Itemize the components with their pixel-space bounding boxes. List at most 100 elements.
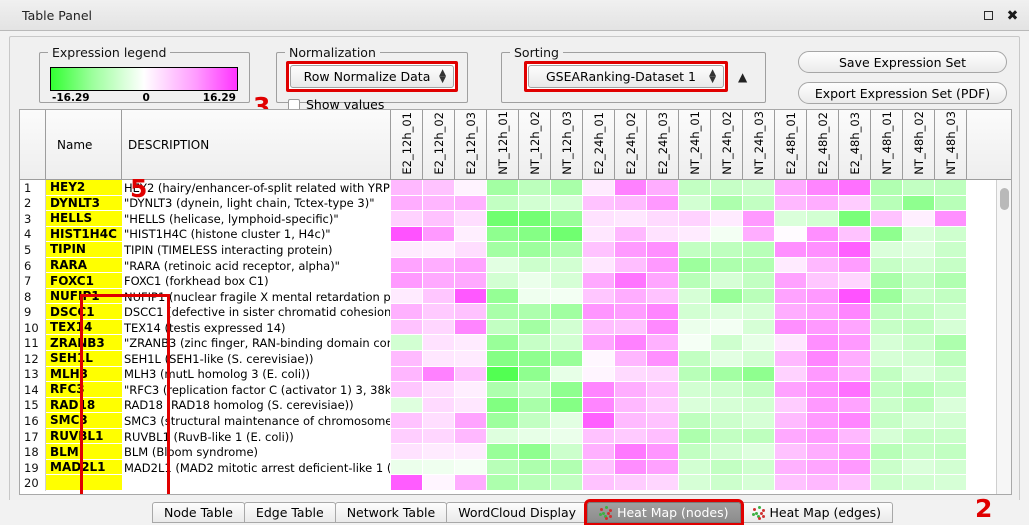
heatmap-cell[interactable] <box>647 475 679 491</box>
heatmap-cell[interactable] <box>775 382 807 398</box>
heatmap-cell[interactable] <box>487 196 519 212</box>
gene-name-cell[interactable]: RARA <box>46 258 122 274</box>
heatmap-cell[interactable] <box>391 227 423 243</box>
heatmap-cell[interactable] <box>647 444 679 460</box>
heatmap-cell[interactable] <box>679 320 711 336</box>
heatmap-cell[interactable] <box>551 289 583 305</box>
heatmap-cell[interactable] <box>775 180 807 196</box>
heatmap-cell[interactable] <box>839 304 871 320</box>
heatmap-cell[interactable] <box>647 196 679 212</box>
gene-description-cell[interactable]: RUVBL1 (RuvB-like 1 (E. coli)) <box>122 429 391 445</box>
heatmap-cell[interactable] <box>647 242 679 258</box>
heatmap-cell[interactable] <box>839 444 871 460</box>
heatmap-cell[interactable] <box>743 242 775 258</box>
heatmap-cell[interactable] <box>615 180 647 196</box>
heatmap-cell[interactable] <box>583 429 615 445</box>
export-expression-set-button[interactable]: Export Expression Set (PDF) <box>798 82 1007 104</box>
heatmap-cell[interactable] <box>839 227 871 243</box>
heatmap-cell[interactable] <box>519 382 551 398</box>
heatmap-cell[interactable] <box>583 289 615 305</box>
heatmap-cell[interactable] <box>935 242 967 258</box>
heatmap-cell[interactable] <box>903 227 935 243</box>
table-row[interactable]: 6RARA"RARA (retinoic acid receptor, alph… <box>20 258 1011 274</box>
heatmap-cell[interactable] <box>743 429 775 445</box>
heatmap-cell[interactable] <box>679 211 711 227</box>
heatmap-cell[interactable] <box>839 475 871 491</box>
heatmap-cell[interactable] <box>679 367 711 383</box>
heatmap-cell[interactable] <box>615 320 647 336</box>
gene-description-cell[interactable]: DSCC1 (defective in sister chromatid coh… <box>122 304 391 320</box>
heatmap-cell[interactable] <box>583 351 615 367</box>
heatmap-cell[interactable] <box>935 320 967 336</box>
heatmap-cell[interactable] <box>583 460 615 476</box>
gene-name-cell[interactable]: HELLS <box>46 211 122 227</box>
heatmap-cell[interactable] <box>583 382 615 398</box>
heatmap-cell[interactable] <box>807 211 839 227</box>
heatmap-cell[interactable] <box>551 351 583 367</box>
heatmap-cell[interactable] <box>391 398 423 414</box>
table-row[interactable]: 17RUVBL1RUVBL1 (RuvB-like 1 (E. coli)) <box>20 429 1011 445</box>
heatmap-cell[interactable] <box>935 460 967 476</box>
heatmap-cell[interactable] <box>903 444 935 460</box>
heatmap-cell[interactable] <box>903 429 935 445</box>
heatmap-cell[interactable] <box>519 227 551 243</box>
heatmap-cell[interactable] <box>455 242 487 258</box>
heatmap-cell[interactable] <box>455 196 487 212</box>
heatmap-cell[interactable] <box>903 211 935 227</box>
table-row[interactable]: 15RAD18RAD18 (RAD18 homolog (S. cerevisi… <box>20 398 1011 414</box>
heatmap-cell[interactable] <box>455 367 487 383</box>
heatmap-cell[interactable] <box>423 382 455 398</box>
heatmap-cell[interactable] <box>615 398 647 414</box>
tab-network-table[interactable]: Network Table <box>335 502 448 523</box>
heatmap-cell[interactable] <box>807 475 839 491</box>
heatmap-cell[interactable] <box>903 289 935 305</box>
tab-heat-map-edges[interactable]: Heat Map (edges) <box>740 502 894 523</box>
heatmap-cell[interactable] <box>903 304 935 320</box>
gene-name-cell[interactable]: SMC3 <box>46 413 122 429</box>
heatmap-cell[interactable] <box>583 211 615 227</box>
heatmap-cell[interactable] <box>615 273 647 289</box>
heatmap-cell[interactable] <box>487 258 519 274</box>
normalization-select[interactable]: Row Normalize Data ▲▼ <box>290 65 454 88</box>
heatmap-cell[interactable] <box>871 335 903 351</box>
heatmap-cell[interactable] <box>711 289 743 305</box>
heatmap-cell[interactable] <box>487 444 519 460</box>
column-header-E2_24h_01[interactable]: E2_24h_01 <box>583 110 615 179</box>
heatmap-cell[interactable] <box>807 382 839 398</box>
heatmap-cell[interactable] <box>935 273 967 289</box>
heatmap-cell[interactable] <box>615 444 647 460</box>
heatmap-cell[interactable] <box>519 460 551 476</box>
heatmap-cell[interactable] <box>711 367 743 383</box>
heatmap-cell[interactable] <box>711 227 743 243</box>
heatmap-cell[interactable] <box>391 429 423 445</box>
heatmap-cell[interactable] <box>391 460 423 476</box>
column-header-NT_48h_02[interactable]: NT_48h_02 <box>903 110 935 179</box>
tab-node-table[interactable]: Node Table <box>152 502 245 523</box>
heatmap-cell[interactable] <box>391 180 423 196</box>
heatmap-cell[interactable] <box>711 398 743 414</box>
name-column-header[interactable]: Name <box>46 110 122 179</box>
heatmap-cell[interactable] <box>775 351 807 367</box>
heatmap-cell[interactable] <box>487 398 519 414</box>
heatmap-cell[interactable] <box>839 398 871 414</box>
heatmap-cell[interactable] <box>807 413 839 429</box>
heatmap-cell[interactable] <box>871 289 903 305</box>
heatmap-cell[interactable] <box>743 382 775 398</box>
heatmap-cell[interactable] <box>839 413 871 429</box>
heatmap-cell[interactable] <box>775 398 807 414</box>
gene-description-cell[interactable]: BLM (Bloom syndrome) <box>122 444 391 460</box>
heatmap-cell[interactable] <box>519 413 551 429</box>
gene-name-cell[interactable]: TEX14 <box>46 320 122 336</box>
heatmap-cell[interactable] <box>871 475 903 491</box>
heatmap-cell[interactable] <box>423 273 455 289</box>
heatmap-cell[interactable] <box>583 196 615 212</box>
heatmap-cell[interactable] <box>615 242 647 258</box>
heatmap-cell[interactable] <box>391 475 423 491</box>
column-header-NT_12h_01[interactable]: NT_12h_01 <box>487 110 519 179</box>
heatmap-cell[interactable] <box>871 258 903 274</box>
heatmap-cell[interactable] <box>871 242 903 258</box>
table-row[interactable]: 8NUFIP1NUFIP1 (nuclear fragile X mental … <box>20 289 1011 305</box>
heatmap-cell[interactable] <box>935 304 967 320</box>
heatmap-cell[interactable] <box>775 367 807 383</box>
heatmap-cell[interactable] <box>551 304 583 320</box>
